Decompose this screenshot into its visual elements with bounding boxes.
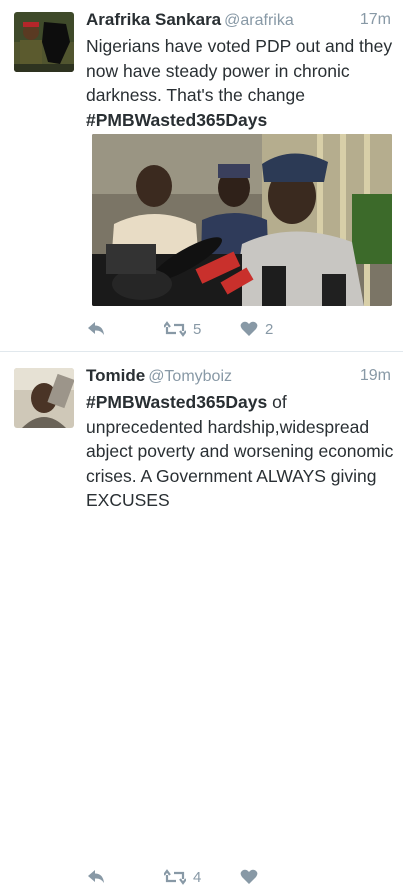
author-handle[interactable]: @arafrika bbox=[224, 12, 294, 29]
like-button[interactable] bbox=[240, 866, 265, 888]
reply-button[interactable] bbox=[86, 866, 106, 888]
tweet-text: Nigerians have voted PDP out and they no… bbox=[86, 34, 395, 132]
tweet-photo[interactable] bbox=[92, 134, 392, 306]
tweet-text: #PMBWasted365Days of unprecedented hards… bbox=[86, 390, 395, 513]
tweet-card[interactable]: Tomide @Tomyboiz 19m #PMBWasted365Days of… bbox=[0, 352, 403, 886]
timestamp[interactable]: 17m bbox=[360, 11, 391, 29]
heart-icon bbox=[240, 869, 258, 885]
reply-icon bbox=[86, 869, 106, 885]
tweet-card[interactable]: Arafrika Sankara @arafrika 17m Nigerians … bbox=[0, 0, 403, 351]
like-button[interactable]: 2 bbox=[240, 318, 273, 340]
tweet-text-content: Nigerians have voted PDP out and they no… bbox=[86, 36, 393, 105]
heart-icon bbox=[240, 321, 258, 337]
tweet-actions: 4 bbox=[86, 866, 386, 888]
reply-icon bbox=[86, 321, 106, 337]
reply-button[interactable] bbox=[86, 318, 106, 340]
author-name[interactable]: Tomide bbox=[86, 366, 145, 385]
author-handle[interactable]: @Tomyboiz bbox=[148, 368, 232, 385]
retweet-icon bbox=[164, 869, 186, 885]
tweet-header: Arafrika Sankara @arafrika 17m bbox=[86, 10, 391, 34]
avatar[interactable] bbox=[14, 12, 74, 72]
retweet-count: 4 bbox=[193, 868, 202, 886]
hashtag-link[interactable]: #PMBWasted365Days bbox=[86, 110, 267, 130]
retweet-button[interactable]: 5 bbox=[164, 318, 201, 340]
like-count: 2 bbox=[265, 320, 274, 338]
tweet-actions: 5 2 bbox=[86, 318, 386, 340]
author-name[interactable]: Arafrika Sankara bbox=[86, 10, 221, 29]
timestamp[interactable]: 19m bbox=[360, 367, 391, 385]
avatar[interactable] bbox=[14, 368, 74, 428]
retweet-button[interactable]: 4 bbox=[164, 866, 201, 888]
retweet-icon bbox=[164, 321, 186, 337]
hashtag-link[interactable]: #PMBWasted365Days bbox=[86, 392, 267, 412]
tweet-header: Tomide @Tomyboiz 19m bbox=[86, 366, 391, 390]
retweet-count: 5 bbox=[193, 320, 202, 338]
